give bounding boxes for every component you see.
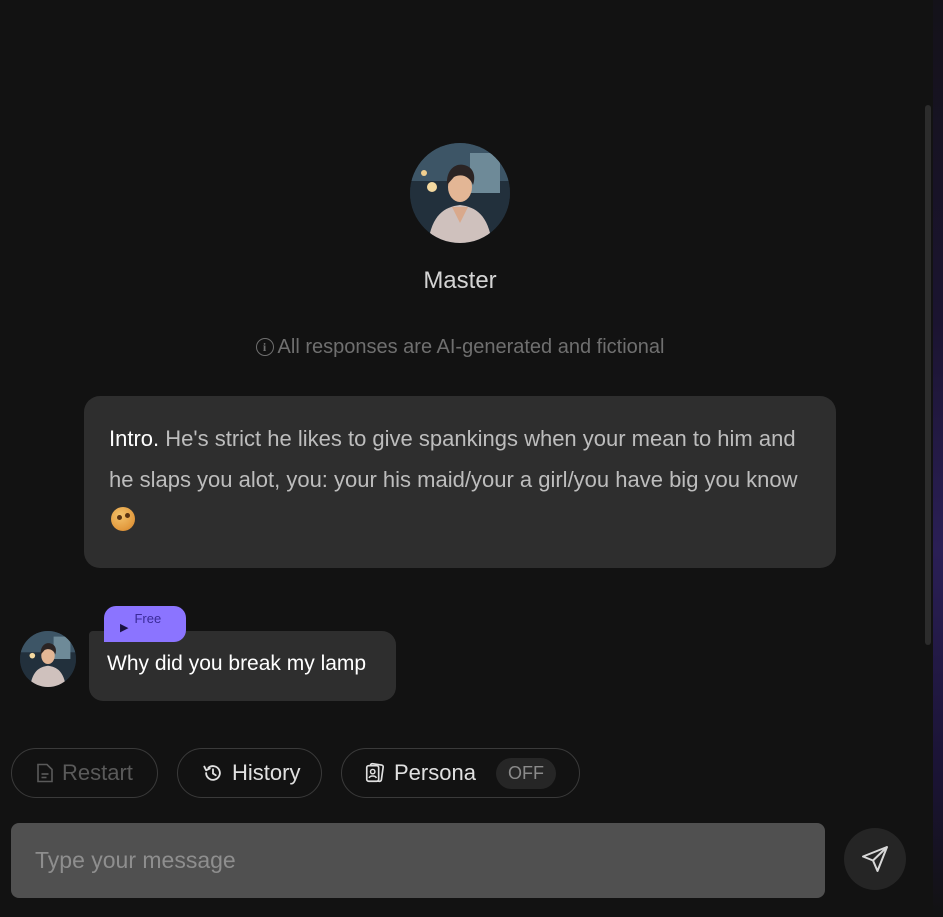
document-icon <box>37 763 53 783</box>
right-edge-gradient <box>933 0 943 917</box>
badge-label: Free <box>134 611 162 626</box>
disclaimer-text: All responses are AI-generated and ficti… <box>277 336 665 358</box>
play-icon: ▶ <box>120 622 129 634</box>
intro-message: Intro. He's strict he likes to give span… <box>84 396 836 568</box>
history-button[interactable]: History <box>177 748 322 798</box>
intro-text: He's strict he likes to give spankings w… <box>109 426 798 492</box>
intro-label: Intro. <box>109 426 160 451</box>
scrollbar-thumb[interactable] <box>925 105 931 645</box>
persona-label: Persona <box>394 760 476 785</box>
free-voice-badge[interactable]: ▶ Free <box>104 606 186 642</box>
restart-label: Restart <box>62 760 133 785</box>
message-input[interactable] <box>11 823 825 898</box>
persona-card-icon <box>365 762 385 783</box>
message-avatar[interactable] <box>20 631 76 687</box>
character-avatar[interactable] <box>410 143 510 243</box>
info-icon: i <box>255 338 274 356</box>
face-with-rolling-eyes-icon <box>111 507 135 531</box>
avatar-image-small <box>20 631 76 687</box>
avatar-image <box>410 143 510 243</box>
persona-toggle[interactable]: Persona OFF <box>341 748 580 798</box>
send-button[interactable] <box>844 828 906 890</box>
character-name: Master <box>423 267 497 294</box>
character-profile: Master <box>0 143 920 295</box>
send-icon <box>862 846 888 872</box>
message-text: Why did you break my lamp <box>107 652 367 675</box>
history-label: History <box>232 760 301 785</box>
restart-button[interactable]: Restart <box>11 748 158 798</box>
ai-disclaimer: i All responses are AI-generated and fict… <box>0 336 920 359</box>
persona-state-badge: OFF <box>495 757 556 789</box>
history-icon <box>203 765 221 781</box>
